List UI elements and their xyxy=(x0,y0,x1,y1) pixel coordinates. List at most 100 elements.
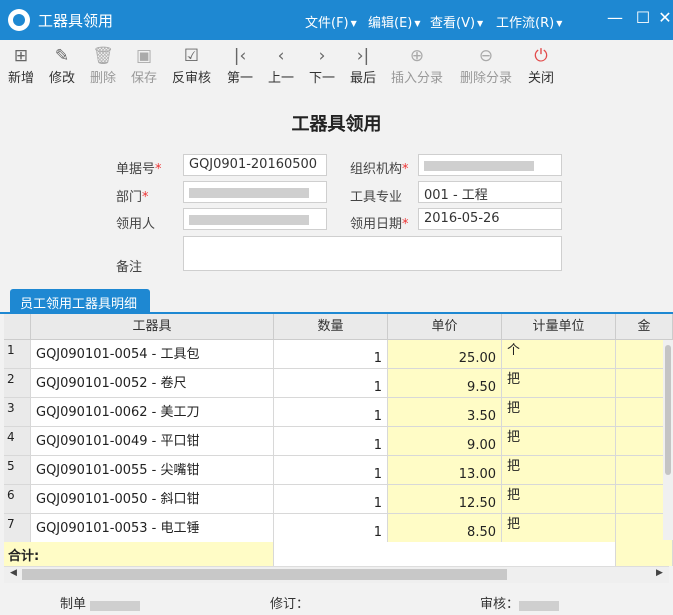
total-label: 合计: xyxy=(4,542,274,566)
grid-header-qty[interactable]: 数量 xyxy=(274,314,388,340)
qty-cell[interactable]: 1 xyxy=(274,514,388,543)
prev-icon: ‹ xyxy=(277,46,285,66)
grid-header-amount[interactable]: 金 xyxy=(616,314,673,340)
row-number: 5 xyxy=(4,456,31,485)
row-number: 6 xyxy=(4,485,31,514)
maximize-button[interactable]: ☐ xyxy=(633,8,653,30)
row-number: 4 xyxy=(4,427,31,456)
qty-cell[interactable]: 1 xyxy=(274,427,388,456)
delete-entry-button[interactable]: ⊖ 删除分录 xyxy=(460,45,512,86)
unit-cell[interactable]: 把 xyxy=(502,485,616,514)
recipient-field[interactable] xyxy=(183,208,327,230)
row-number: 7 xyxy=(4,514,31,543)
scroll-right-icon[interactable]: ▶ xyxy=(656,568,663,578)
next-icon: › xyxy=(318,46,326,66)
grid-header-unit[interactable]: 计量单位 xyxy=(502,314,616,340)
specialty-label: 工具专业 xyxy=(350,190,403,205)
unit-cell[interactable]: 把 xyxy=(502,427,616,456)
qty-cell[interactable]: 1 xyxy=(274,456,388,485)
menu-edit[interactable]: 编辑(E) ▼ xyxy=(368,12,421,31)
qty-cell[interactable]: 1 xyxy=(274,398,388,427)
unapprove-icon: ☑ xyxy=(183,46,200,66)
doc-no-field[interactable]: GQJ0901-20160500 xyxy=(183,154,327,176)
date-label: 领用日期* xyxy=(350,217,409,232)
horizontal-scroll-thumb[interactable] xyxy=(22,569,507,580)
doc-no-label: 单据号* xyxy=(116,162,162,177)
first-button[interactable]: |‹ 第一 xyxy=(227,45,253,86)
dept-field[interactable] xyxy=(183,181,327,203)
remark-field[interactable] xyxy=(183,236,562,271)
caret-down-icon: ▼ xyxy=(350,19,357,28)
menu-view[interactable]: 查看(V) ▼ xyxy=(430,12,483,31)
tool-cell[interactable]: GQJ090101-0055 - 尖嘴钳 xyxy=(31,456,274,485)
grid-header-tool[interactable]: 工器具 xyxy=(31,314,274,340)
scroll-left-icon[interactable]: ◀ xyxy=(10,568,17,578)
org-field[interactable] xyxy=(418,154,562,176)
table-row[interactable]: 7 GQJ090101-0053 - 电工锤 1 8.50 把 xyxy=(4,514,673,543)
app-title: 工器具领用 xyxy=(38,12,114,30)
close-button[interactable]: ⏻ 关闭 xyxy=(528,45,554,86)
tool-cell[interactable]: GQJ090101-0052 - 卷尺 xyxy=(31,369,274,398)
price-cell[interactable]: 9.00 xyxy=(388,427,502,456)
tool-cell[interactable]: GQJ090101-0050 - 斜口钳 xyxy=(31,485,274,514)
org-label: 组织机构* xyxy=(350,162,409,177)
save-button[interactable]: ▣ 保存 xyxy=(131,45,157,86)
table-row[interactable]: 5 GQJ090101-0055 - 尖嘴钳 1 13.00 把 xyxy=(4,456,673,485)
unapprove-button[interactable]: ☑ 反审核 xyxy=(172,45,211,86)
delete-icon: 🗑 xyxy=(92,46,114,66)
power-icon: ⏻ xyxy=(534,46,548,66)
close-window-button[interactable]: ✕ xyxy=(655,8,673,30)
unit-cell[interactable]: 把 xyxy=(502,514,616,543)
price-cell[interactable]: 3.50 xyxy=(388,398,502,427)
tab-detail[interactable]: 员工领用工器具明细 xyxy=(10,289,150,313)
specialty-field[interactable]: 001 - 工程 xyxy=(418,181,562,203)
prev-button[interactable]: ‹ 上一 xyxy=(268,45,294,86)
minimize-button[interactable]: — xyxy=(605,8,625,30)
minus-circle-icon: ⊖ xyxy=(478,46,494,66)
qty-cell[interactable]: 1 xyxy=(274,340,388,369)
tool-cell[interactable]: GQJ090101-0053 - 电工锤 xyxy=(31,514,274,543)
price-cell[interactable]: 9.50 xyxy=(388,369,502,398)
grid-header-rownum xyxy=(4,314,31,340)
dept-label: 部门* xyxy=(116,190,149,205)
new-doc-icon: ⊞ xyxy=(13,46,29,66)
grid-header-price[interactable]: 单价 xyxy=(388,314,502,340)
vertical-scroll-thumb[interactable] xyxy=(665,345,671,475)
tool-cell[interactable]: GQJ090101-0054 - 工具包 xyxy=(31,340,274,369)
menu-workflow[interactable]: 工作流(R) ▼ xyxy=(496,12,562,31)
table-row[interactable]: 3 GQJ090101-0062 - 美工刀 1 3.50 把 xyxy=(4,398,673,427)
revise-label: 修订： xyxy=(270,597,310,612)
table-row[interactable]: 2 GQJ090101-0052 - 卷尺 1 9.50 把 xyxy=(4,369,673,398)
table-row[interactable]: 6 GQJ090101-0050 - 斜口钳 1 12.50 把 xyxy=(4,485,673,514)
price-cell[interactable]: 25.00 xyxy=(388,340,502,369)
last-button[interactable]: ›| 最后 xyxy=(350,45,376,86)
new-button[interactable]: ⊞ 新增 xyxy=(8,45,34,86)
price-cell[interactable]: 12.50 xyxy=(388,485,502,514)
delete-button[interactable]: 🗑 删除 xyxy=(90,45,116,86)
menu-file[interactable]: 文件(F) ▼ xyxy=(305,12,357,31)
next-button[interactable]: › 下一 xyxy=(309,45,335,86)
row-number: 1 xyxy=(4,340,31,369)
qty-cell[interactable]: 1 xyxy=(274,485,388,514)
unit-cell[interactable]: 把 xyxy=(502,456,616,485)
toolbar: ⊞ 新增 ✎ 修改 🗑 删除 ▣ 保存 ☑ 反审核 |‹ 第一 ‹ 上一 › 下一 ›| 最后 ⊕… xyxy=(0,40,673,92)
table-row[interactable]: 4 GQJ090101-0049 - 平口钳 1 9.00 把 xyxy=(4,427,673,456)
tool-cell[interactable]: GQJ090101-0049 - 平口钳 xyxy=(31,427,274,456)
unit-cell[interactable]: 个 xyxy=(502,340,616,369)
row-number: 3 xyxy=(4,398,31,427)
table-row[interactable]: 1 GQJ090101-0054 - 工具包 1 25.00 个 xyxy=(4,340,673,369)
form-title: 工器具领用 xyxy=(291,114,382,135)
date-field[interactable]: 2016-05-26 xyxy=(418,208,562,230)
title-bar: 工器具领用 文件(F) ▼ 编辑(E) ▼ 查看(V) ▼ 工作流(R) ▼ — ☐ ✕ xyxy=(0,0,673,40)
qty-cell[interactable]: 1 xyxy=(274,369,388,398)
insert-entry-button[interactable]: ⊕ 插入分录 xyxy=(391,45,443,86)
tool-cell[interactable]: GQJ090101-0062 - 美工刀 xyxy=(31,398,274,427)
recipient-label: 领用人 xyxy=(116,217,156,232)
price-cell[interactable]: 13.00 xyxy=(388,456,502,485)
price-cell[interactable]: 8.50 xyxy=(388,514,502,543)
unit-cell[interactable]: 把 xyxy=(502,369,616,398)
unit-cell[interactable]: 把 xyxy=(502,398,616,427)
edit-button[interactable]: ✎ 修改 xyxy=(49,45,75,86)
app-logo-icon xyxy=(8,9,30,31)
detail-grid: 工器具 数量 单价 计量单位 金 1 GQJ090101-0054 - 工具包 1 2… xyxy=(4,314,673,566)
